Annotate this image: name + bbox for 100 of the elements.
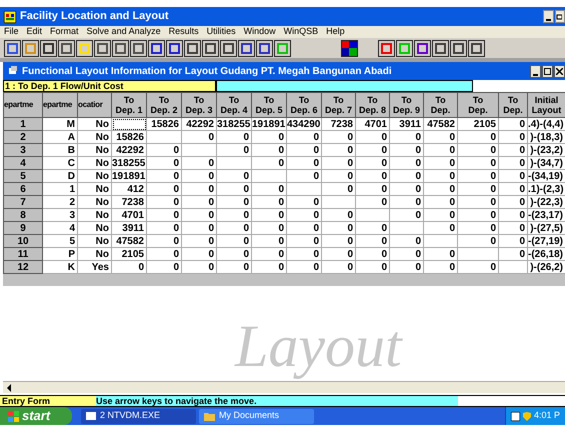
table-cell[interactable]: 0 (182, 130, 216, 144)
toolbar-button[interactable] (166, 40, 183, 56)
table-cell[interactable]: 0 (356, 196, 390, 208)
row-header[interactable]: 6 (4, 182, 42, 196)
table-cell[interactable]: 0 (458, 208, 498, 222)
table-cell[interactable]: 0 (182, 182, 216, 196)
table-cell[interactable]: )-(23,2) (528, 144, 565, 156)
table-cell[interactable]: 0 (216, 144, 252, 156)
toolbar-button[interactable] (378, 40, 395, 56)
table-cell[interactable]: 0 (458, 144, 498, 156)
table-cell[interactable]: 15826 (146, 118, 182, 130)
toolbar-button[interactable] (130, 40, 147, 56)
table-cell[interactable]: 0 (424, 156, 458, 170)
toolbar-button[interactable] (432, 40, 449, 56)
table-cell[interactable]: 0 (424, 130, 458, 144)
table-cell[interactable]: 0 (216, 196, 252, 208)
empty-cell[interactable] (322, 196, 356, 208)
toolbar-button[interactable] (238, 40, 255, 56)
table-cell[interactable]: 0 (498, 130, 528, 144)
table-cell[interactable]: 0 (498, 222, 528, 234)
color-grid-button[interactable] (341, 40, 358, 56)
table-cell[interactable]: 0 (322, 208, 356, 222)
toolbar-button[interactable] (184, 40, 201, 56)
table-cell[interactable]: 0 (390, 130, 424, 144)
taskbar-button[interactable]: My Documents (199, 408, 314, 424)
table-cell[interactable]: 318255 (216, 118, 252, 130)
menu-item[interactable]: Window (244, 25, 276, 39)
table-cell[interactable]: 47582 (112, 234, 146, 248)
table-cell[interactable]: 0 (322, 222, 356, 234)
table-cell[interactable]: 0 (252, 156, 286, 170)
row-header[interactable]: 8 (4, 208, 42, 222)
table-cell[interactable]: 0 (146, 182, 182, 196)
restore-button[interactable] (555, 10, 565, 23)
table-cell[interactable]: M (42, 118, 78, 130)
table-cell[interactable]: -(26,18) (528, 248, 565, 260)
table-cell[interactable]: No (78, 222, 112, 234)
toolbar-button[interactable] (76, 40, 93, 56)
minimize-button[interactable] (543, 10, 554, 23)
table-cell[interactable]: 0 (356, 182, 390, 196)
table-cell[interactable]: 0 (322, 144, 356, 156)
table-cell[interactable]: 7238 (112, 196, 146, 208)
column-header[interactable]: To Dep. 1 (112, 92, 146, 118)
table-cell[interactable]: No (78, 248, 112, 260)
table-cell[interactable]: C (42, 156, 78, 170)
table-cell[interactable]: No (78, 130, 112, 144)
cell-editor[interactable] (216, 80, 473, 92)
table-cell[interactable]: 0 (424, 182, 458, 196)
row-header[interactable]: 5 (4, 170, 42, 182)
table-cell[interactable]: 0 (146, 248, 182, 260)
row-header[interactable]: 11 (4, 248, 42, 260)
table-cell[interactable]: 0 (252, 144, 286, 156)
table-cell[interactable]: 2 (42, 196, 78, 208)
taskbar-button[interactable]: 2 NTVDM.EXE (81, 408, 196, 424)
table-cell[interactable]: 0 (322, 156, 356, 170)
table-cell[interactable]: 0 (286, 144, 322, 156)
table-cell[interactable]: 4 (42, 222, 78, 234)
empty-cell[interactable] (252, 170, 286, 182)
table-cell[interactable]: 0 (424, 196, 458, 208)
toolbar-button[interactable] (274, 40, 291, 56)
empty-cell[interactable] (458, 248, 498, 260)
column-header[interactable]: To Dep. 9 (390, 92, 424, 118)
menu-item[interactable]: Edit (26, 25, 42, 39)
menu-item[interactable]: File (4, 25, 19, 39)
table-cell[interactable]: 0 (182, 248, 216, 260)
table-cell[interactable]: 5 (42, 234, 78, 248)
table-cell[interactable]: 0 (286, 130, 322, 144)
table-cell[interactable]: 0 (286, 234, 322, 248)
toolbar-button[interactable] (450, 40, 467, 56)
empty-cell[interactable] (182, 144, 216, 156)
table-cell[interactable]: No (78, 196, 112, 208)
table-cell[interactable]: 15826 (112, 130, 146, 144)
table-cell[interactable]: 0 (458, 170, 498, 182)
table-cell[interactable]: 42292 (182, 118, 216, 130)
column-header[interactable]: epartme (42, 92, 78, 118)
table-cell[interactable]: 0 (182, 170, 216, 182)
table-cell[interactable]: 0 (498, 118, 528, 130)
table-cell[interactable]: )-(34,7) (528, 156, 565, 170)
table-cell[interactable]: 0 (356, 130, 390, 144)
table-cell[interactable]: 0 (146, 234, 182, 248)
table-cell[interactable]: 3911 (112, 222, 146, 234)
column-header[interactable]: Initial Layout (528, 92, 565, 118)
table-cell[interactable]: 2105 (458, 118, 498, 130)
table-cell[interactable]: P (42, 248, 78, 260)
toolbar-button[interactable] (22, 40, 39, 56)
table-cell[interactable]: 0 (498, 234, 528, 248)
table-cell[interactable]: 0 (390, 170, 424, 182)
table-cell[interactable]: B (42, 144, 78, 156)
column-header[interactable]: To Dep. 8 (356, 92, 390, 118)
table-cell[interactable]: 0 (458, 156, 498, 170)
table-cell[interactable]: 0 (252, 182, 286, 196)
column-header[interactable]: epartme (4, 92, 42, 118)
column-header[interactable]: To Dep. 6 (286, 92, 322, 118)
row-header[interactable]: 12 (4, 260, 42, 274)
toolbar-button[interactable] (4, 40, 21, 56)
table-cell[interactable]: 0 (286, 196, 322, 208)
toolbar-button[interactable] (112, 40, 129, 56)
table-cell[interactable]: 0 (146, 222, 182, 234)
table-cell[interactable]: 0 (356, 144, 390, 156)
menu-item[interactable]: Format (50, 25, 79, 39)
table-cell[interactable]: 0 (146, 196, 182, 208)
